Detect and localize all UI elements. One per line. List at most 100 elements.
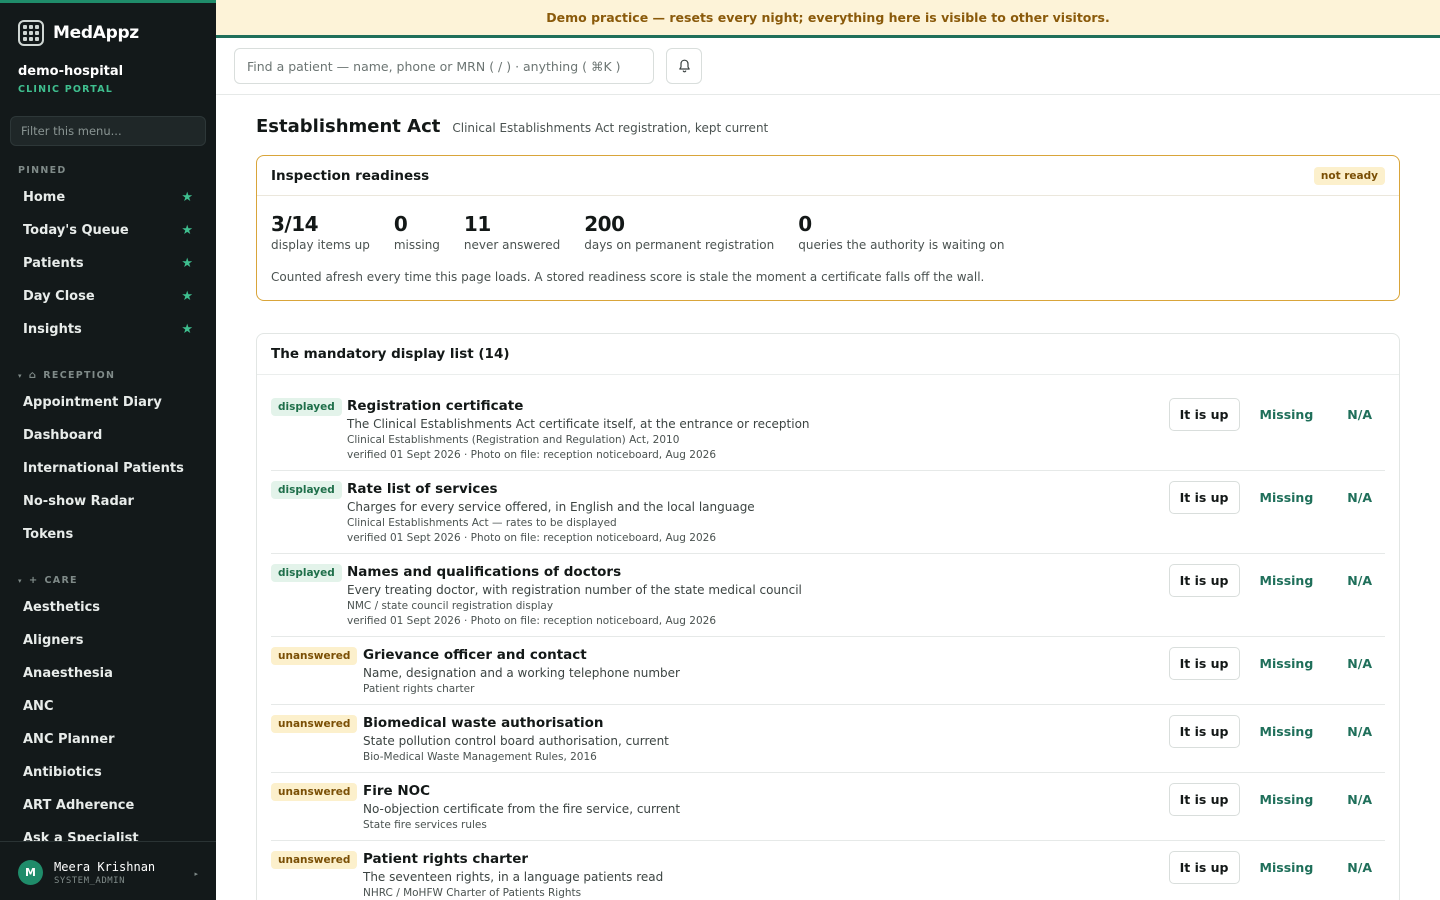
missing-button[interactable]: Missing — [1260, 407, 1314, 422]
nav-item-day-close[interactable]: Day Close ★ — [10, 281, 206, 311]
it-is-up-button[interactable]: It is up — [1168, 715, 1240, 748]
na-button[interactable]: N/A — [1347, 573, 1372, 588]
item-verified: verified 01 Sept 2026 · Photo on file: r… — [347, 615, 717, 627]
app-name: MedAppz — [53, 23, 139, 43]
nav-item-aesthetics[interactable]: Aesthetics — [10, 592, 206, 622]
status-badge: unanswered — [271, 783, 358, 801]
item-regulation: NMC / state council registration display — [347, 600, 554, 612]
missing-button[interactable]: Missing — [1260, 792, 1314, 807]
section-reception[interactable]: ▾ ⌂ RECEPTION — [18, 370, 115, 381]
nav-item-anc[interactable]: ANC — [10, 691, 206, 721]
na-button[interactable]: N/A — [1347, 490, 1372, 505]
item-description: The seventeen rights, in a language pati… — [363, 870, 664, 884]
nav-item-tokens[interactable]: Tokens — [10, 519, 206, 549]
section-care[interactable]: ▾ + CARE — [18, 575, 78, 586]
nav-item-home[interactable]: Home ★ — [10, 182, 206, 212]
na-button[interactable]: N/A — [1347, 407, 1372, 422]
missing-button[interactable]: Missing — [1260, 573, 1314, 588]
user-role: SYSTEM_ADMIN — [54, 875, 126, 886]
nav-item-dashboard[interactable]: Dashboard — [10, 420, 206, 450]
star-icon[interactable]: ★ — [181, 223, 193, 238]
nav-item-anaesthesia[interactable]: Anaesthesia — [10, 658, 206, 688]
nav-item-no-show-radar[interactable]: No-show Radar — [10, 486, 206, 516]
nav-item-insights[interactable]: Insights ★ — [10, 314, 206, 344]
status-badge: unanswered — [271, 647, 358, 665]
item-title: Patient rights charter — [363, 851, 529, 867]
nav-item-antibiotics[interactable]: Antibiotics — [10, 757, 206, 787]
item-description: No-objection certificate from the fire s… — [363, 802, 681, 816]
topbar — [216, 38, 1440, 95]
nav-item-label: Appointment Diary — [23, 394, 162, 410]
chevron-icon: ▸ — [194, 870, 198, 878]
demo-banner: Demo practice — resets every night; ever… — [216, 0, 1440, 38]
user-menu[interactable]: M Meera Krishnan SYSTEM_ADMIN ▸ — [0, 841, 216, 900]
status-badge: not ready — [1313, 166, 1385, 185]
nav-item-todays-queue[interactable]: Today's Queue ★ — [10, 215, 206, 245]
menu-filter-input[interactable] — [10, 116, 206, 146]
item-regulation: Bio-Medical Waste Management Rules, 2016 — [363, 751, 597, 763]
na-button[interactable]: N/A — [1347, 656, 1372, 671]
nav-item-appointment-diary[interactable]: Appointment Diary — [10, 387, 206, 417]
na-button[interactable]: N/A — [1347, 860, 1372, 875]
list-item: displayed Registration certificate The C… — [271, 398, 1385, 471]
nav-item-label: Day Close — [23, 288, 95, 304]
stat-value: 3/14 — [271, 212, 319, 236]
star-icon[interactable]: ★ — [181, 190, 193, 205]
nav-item-international-patients[interactable]: International Patients — [10, 453, 206, 483]
star-icon[interactable]: ★ — [181, 289, 193, 304]
stat-never-answered: 11 never answered — [464, 212, 560, 252]
page-header: Establishment Act Clinical Establishment… — [256, 116, 768, 137]
missing-button[interactable]: Missing — [1260, 490, 1314, 505]
nav-item-patients[interactable]: Patients ★ — [10, 248, 206, 278]
brand[interactable]: MedAppz — [18, 20, 139, 46]
item-regulation: NHRC / MoHFW Charter of Patients Rights — [363, 887, 582, 899]
portal-label: CLINIC PORTAL — [18, 84, 114, 95]
it-is-up-button[interactable]: It is up — [1168, 851, 1240, 884]
item-title: Names and qualifications of doctors — [347, 564, 622, 580]
nav-item-aligners[interactable]: Aligners — [10, 625, 206, 655]
nav-item-label: Antibiotics — [23, 764, 102, 780]
missing-button[interactable]: Missing — [1260, 724, 1314, 739]
nav-item-label: Aesthetics — [23, 599, 101, 615]
nav-item-art-adherence[interactable]: ART Adherence — [10, 790, 206, 820]
item-description: State pollution control board authorisat… — [363, 734, 669, 748]
item-body: Biomedical waste authorisation State pol… — [363, 715, 669, 763]
nav-item-label: Insights — [23, 321, 82, 337]
stat-missing: 0 missing — [394, 212, 440, 252]
notifications-button[interactable] — [666, 48, 702, 84]
it-is-up-button[interactable]: It is up — [1168, 481, 1240, 514]
missing-button[interactable]: Missing — [1260, 656, 1314, 671]
section-care-label: CARE — [44, 575, 78, 586]
section-pinned: PINNED — [18, 165, 67, 176]
star-icon[interactable]: ★ — [181, 322, 193, 337]
stat-days-on-registration: 200 days on permanent registration — [584, 212, 774, 252]
caret-down-icon: ▾ — [18, 371, 23, 380]
patient-search-input[interactable] — [234, 48, 654, 84]
item-verified: verified 01 Sept 2026 · Photo on file: r… — [347, 449, 717, 461]
stat-label: display items up — [271, 238, 370, 252]
na-button[interactable]: N/A — [1347, 792, 1372, 807]
list-item: displayed Names and qualifications of do… — [271, 564, 1385, 637]
list-item: unanswered Grievance officer and contact… — [271, 647, 1385, 705]
status-badge: displayed — [271, 564, 342, 582]
status-badge: displayed — [271, 398, 342, 416]
it-is-up-button[interactable]: It is up — [1168, 564, 1240, 597]
missing-button[interactable]: Missing — [1260, 860, 1314, 875]
nav-item-label: Dashboard — [23, 427, 103, 443]
list-header: The mandatory display list (14) — [257, 334, 1399, 375]
it-is-up-button[interactable]: It is up — [1168, 398, 1240, 431]
na-button[interactable]: N/A — [1347, 724, 1372, 739]
item-title: Grievance officer and contact — [363, 647, 587, 663]
status-badge: unanswered — [271, 715, 358, 733]
list-item: unanswered Biomedical waste authorisatio… — [271, 715, 1385, 773]
list-title: The mandatory display list (14) — [271, 346, 510, 362]
it-is-up-button[interactable]: It is up — [1168, 647, 1240, 680]
star-icon[interactable]: ★ — [181, 256, 193, 271]
stat-value: 11 — [463, 212, 491, 236]
user-name: Meera Krishnan — [54, 859, 156, 874]
it-is-up-button[interactable]: It is up — [1168, 783, 1240, 816]
readiness-stats: 3/14 display items up 0 missing 11 never… — [271, 212, 1029, 252]
plus-icon: + — [28, 575, 39, 586]
item-actions: It is up Missing N/A — [1168, 564, 1385, 597]
nav-item-anc-planner[interactable]: ANC Planner — [10, 724, 206, 754]
